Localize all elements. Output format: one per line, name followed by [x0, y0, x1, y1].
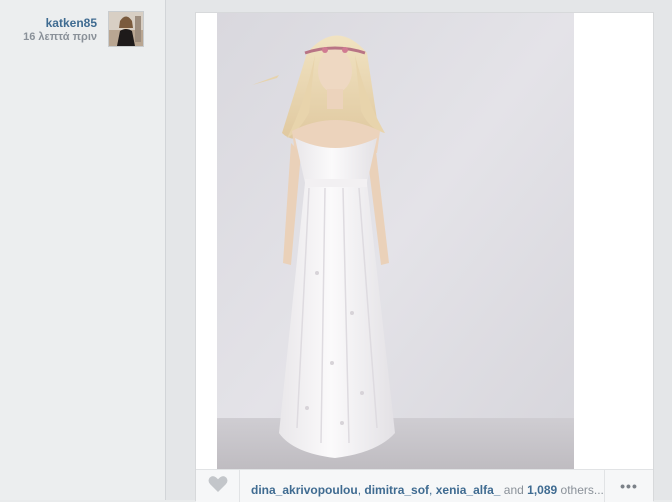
post-username[interactable]: katken85: [46, 16, 97, 30]
likes-count[interactable]: 1,089: [527, 483, 557, 497]
post-footer: dina_akrivopoulou, dimitra_sof, xenia_al…: [196, 469, 653, 502]
likes-line: dina_akrivopoulou, dimitra_sof, xenia_al…: [251, 483, 604, 497]
like-user-link[interactable]: xenia_alfa_: [436, 483, 501, 497]
post-meta-column: katken85 16 λεπτά πριν: [0, 0, 166, 500]
like-button[interactable]: [196, 470, 240, 502]
post-photo[interactable]: [217, 13, 574, 469]
heart-icon: [208, 475, 228, 498]
more-options-button[interactable]: •••: [604, 470, 653, 502]
post-card: dina_akrivopoulou, dimitra_sof, xenia_al…: [195, 12, 654, 502]
like-user-link[interactable]: dimitra_sof: [364, 483, 429, 497]
likes-and-label: and: [503, 483, 524, 497]
likes-others-link[interactable]: others...: [561, 483, 604, 497]
like-user-link[interactable]: dina_akrivopoulou: [251, 483, 358, 497]
post-timestamp[interactable]: 16 λεπτά πριν: [23, 31, 97, 43]
avatar[interactable]: [108, 11, 144, 47]
